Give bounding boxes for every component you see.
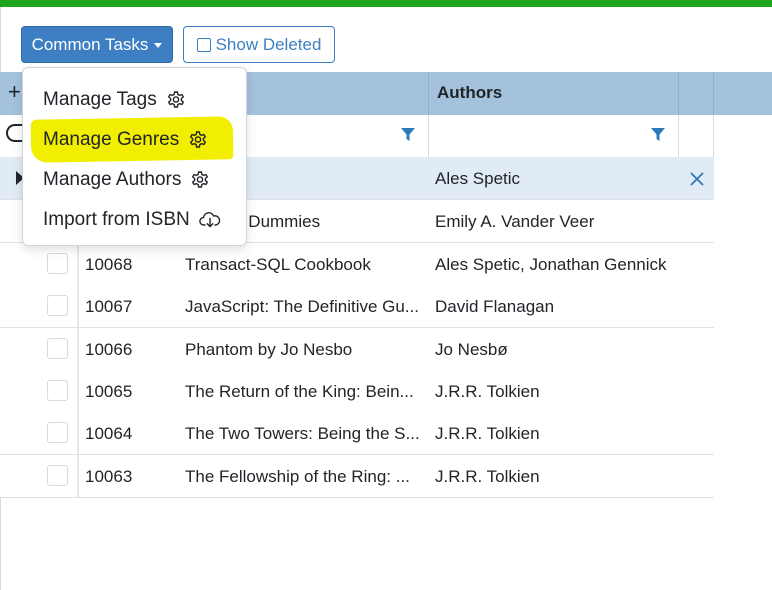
cell-id: 10065 — [85, 382, 133, 401]
show-deleted-toggle[interactable]: Show Deleted — [183, 26, 335, 63]
caret-down-icon — [154, 43, 163, 48]
show-deleted-label: Show Deleted — [215, 34, 322, 54]
cell-title: The Fellowship of the Ring: ... — [185, 467, 410, 486]
table-row[interactable]: 10067 JavaScript: The Definitive Gu... D… — [0, 285, 714, 328]
add-row-icon[interactable]: + — [8, 79, 21, 105]
filter-separator — [678, 115, 679, 157]
common-tasks-button[interactable]: Common Tasks — [21, 26, 173, 63]
row-checkbox[interactable] — [47, 380, 68, 401]
menu-item-label: Manage Tags — [43, 89, 157, 110]
menu-item-label: Manage Genres — [43, 129, 180, 150]
close-icon[interactable] — [688, 170, 706, 188]
cell-id: 10066 — [85, 340, 133, 359]
cell-authors: Jo Nesbø — [435, 340, 508, 359]
top-accent-bar — [0, 0, 772, 7]
row-checkbox[interactable] — [47, 338, 68, 359]
row-checkbox[interactable] — [47, 422, 68, 443]
cell-id: 10064 — [85, 424, 133, 443]
cell-title: Phantom by Jo Nesbo — [185, 340, 353, 359]
cell-authors: J.R.R. Tolkien — [435, 467, 540, 486]
cell-authors: J.R.R. Tolkien — [435, 424, 540, 443]
cell-id: 10068 — [85, 255, 133, 274]
cell-authors: David Flanagan — [435, 297, 555, 316]
cell-title: The Return of the King: Bein... — [185, 382, 414, 401]
menu-item-import-isbn[interactable]: Import from ISBN — [23, 202, 221, 238]
row-checkbox[interactable] — [47, 253, 68, 274]
checkbox-icon — [196, 37, 211, 52]
cell-id: 10067 — [85, 297, 133, 316]
row-checkbox[interactable] — [47, 295, 68, 316]
cell-title: Transact-SQL Cookbook — [185, 255, 371, 274]
cell-title: JavaScript: The Definitive Gu... — [185, 297, 420, 316]
filter-separator — [713, 115, 714, 157]
cell-authors: Emily A. Vander Veer — [435, 212, 595, 231]
common-tasks-menu: Manage Tags Manage Genres Manage Authors… — [22, 67, 247, 246]
header-separator — [428, 72, 429, 115]
menu-item-label: Manage Authors — [43, 169, 182, 190]
common-tasks-label: Common Tasks — [31, 34, 149, 54]
menu-item-manage-tags[interactable]: Manage Tags — [23, 82, 186, 118]
table-row[interactable]: 10068 Transact-SQL Cookbook Ales Spetic,… — [0, 243, 714, 286]
table-row[interactable]: 10063 The Fellowship of the Ring: ... J.… — [0, 455, 714, 498]
gear-icon — [192, 171, 209, 188]
menu-item-manage-genres[interactable]: Manage Genres — [23, 122, 208, 158]
gear-icon — [190, 131, 207, 148]
header-separator — [713, 72, 714, 115]
row-checkbox[interactable] — [47, 465, 68, 486]
table-row[interactable]: 10064 The Two Towers: Being the S... J.R… — [0, 412, 714, 455]
table-row[interactable]: 10065 The Return of the King: Bein... J.… — [0, 370, 714, 413]
menu-item-manage-authors[interactable]: Manage Authors — [23, 162, 210, 198]
search-icon[interactable] — [6, 124, 22, 142]
gear-icon — [167, 91, 184, 108]
filter-authors-icon[interactable] — [650, 127, 666, 143]
cell-authors: Ales Spetic, Jonathan Gennick — [435, 255, 667, 274]
cloud-download-icon — [198, 212, 221, 228]
cell-authors: J.R.R. Tolkien — [435, 382, 540, 401]
filter-title-icon[interactable] — [400, 127, 416, 143]
filter-separator — [428, 115, 429, 157]
table-row[interactable]: 10066 Phantom by Jo Nesbo Jo Nesbø — [0, 328, 714, 371]
cell-authors: Ales Spetic — [435, 169, 521, 188]
cell-id: 10063 — [85, 467, 133, 486]
column-header-authors[interactable]: Authors — [437, 83, 502, 103]
menu-item-label: Import from ISBN — [43, 209, 190, 230]
cell-title: The Two Towers: Being the S... — [185, 424, 420, 443]
header-separator — [678, 72, 679, 115]
